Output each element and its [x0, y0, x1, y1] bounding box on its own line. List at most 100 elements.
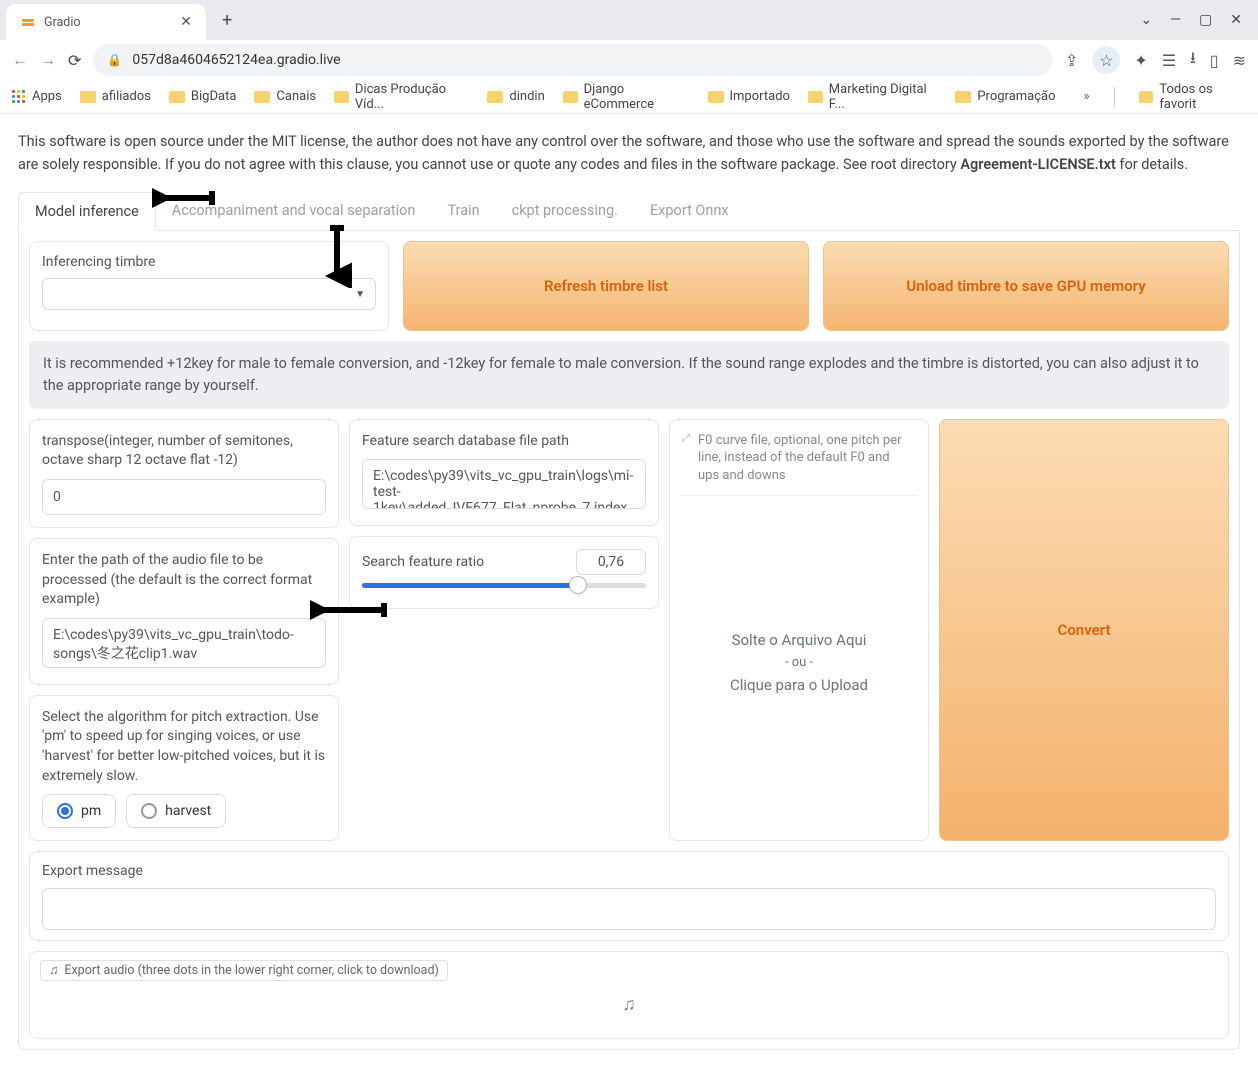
radio-dot-icon — [141, 803, 157, 819]
gradio-favicon — [20, 14, 36, 30]
reload-icon[interactable]: ⟳ — [68, 51, 81, 70]
radio-harvest[interactable]: harvest — [126, 794, 226, 828]
export-message-label: Export message — [42, 862, 1216, 882]
transpose-label: transpose(integer, number of semitones, … — [42, 432, 326, 471]
pitch-algorithm-label: Select the algorithm for pitch extractio… — [42, 708, 326, 786]
apps-button[interactable]: Apps — [12, 89, 62, 104]
bookmark-star-icon[interactable]: ☆ — [1092, 46, 1120, 74]
browser-tab[interactable]: Gradio ✕ — [6, 4, 206, 40]
back-icon[interactable]: ← — [12, 50, 28, 70]
bookmarks-separator — [1114, 87, 1115, 107]
bookmark-bigdata[interactable]: BigData — [169, 89, 237, 104]
lock-icon: 🔒 — [107, 53, 122, 67]
bookmarks-overflow-icon[interactable]: » — [1084, 89, 1090, 104]
inferencing-timbre-panel: Inferencing timbre ▼ — [29, 241, 389, 331]
dropzone-ou: - ou - — [785, 655, 813, 670]
audio-placeholder-icon: ♫ — [40, 981, 1218, 1028]
folder-icon — [254, 91, 270, 103]
f0-dropzone: Solte o Arquivo Aqui - ou - Clique para … — [730, 496, 868, 831]
f0-upload-label: F0 curve file, optional, one pitch per l… — [680, 430, 918, 496]
tab-strip: Gradio ✕ + ⌄ ― ▢ ✕ — [0, 0, 1258, 40]
apps-label: Apps — [32, 89, 62, 104]
close-window-icon[interactable]: ✕ — [1230, 12, 1242, 28]
inferencing-timbre-label: Inferencing timbre — [42, 254, 376, 270]
bookmark-dicas[interactable]: Dicas Produção Víd... — [334, 82, 469, 112]
transpose-input[interactable] — [42, 479, 326, 515]
main-tabs: Model inference Accompaniment and vocal … — [18, 192, 1240, 231]
f0-upload-area[interactable]: F0 curve file, optional, one pitch per l… — [669, 419, 929, 841]
toolbar-right: ⇪ ☆ ✦ ☰ ⭳ ▯ ≋ — [1065, 46, 1246, 74]
dropzone-line2: Clique para o Upload — [730, 676, 868, 694]
new-tab-button[interactable]: + — [214, 6, 240, 35]
folder-icon — [487, 91, 503, 103]
share-icon[interactable]: ⇪ — [1065, 51, 1078, 70]
bookmark-django[interactable]: Django eCommerce — [563, 82, 690, 112]
apps-grid-icon — [12, 90, 26, 104]
export-audio-panel: ♫ Export audio (three dots in the lower … — [29, 951, 1229, 1039]
recommendation-note: It is recommended +12key for male to fem… — [29, 341, 1229, 409]
inferencing-timbre-dropdown[interactable]: ▼ — [42, 278, 376, 310]
unload-timbre-button[interactable]: Unload timbre to save GPU memory — [823, 241, 1229, 331]
folder-icon — [334, 91, 349, 103]
tab-model-inference[interactable]: Model inference — [18, 192, 156, 231]
window-controls: ⌄ ― ▢ ✕ — [1130, 12, 1252, 28]
caret-down-icon[interactable]: ⌄ — [1140, 12, 1152, 28]
folder-icon — [955, 91, 971, 103]
address-bar[interactable]: 🔒 057d8a4604652124ea.gradio.live — [93, 44, 1053, 76]
tab-train[interactable]: Train — [431, 192, 495, 230]
playlist-icon[interactable]: ☰ — [1162, 51, 1176, 70]
audio-path-label: Enter the path of the audio file to be p… — [42, 551, 326, 610]
folder-icon — [80, 91, 96, 103]
browser-tab-title: Gradio — [44, 15, 172, 30]
tab-export-onnx[interactable]: Export Onnx — [634, 192, 745, 230]
nav-row: ← → ⟳ 🔒 057d8a4604652124ea.gradio.live ⇪… — [0, 40, 1258, 80]
bookmark-programacao[interactable]: Programação — [955, 89, 1055, 104]
feature-ratio-slider[interactable] — [362, 583, 646, 588]
minimize-icon[interactable]: ― — [1170, 12, 1181, 28]
folder-icon — [169, 91, 185, 103]
bookmark-all-favorites[interactable]: Todos os favorit — [1139, 82, 1246, 112]
url-text: 057d8a4604652124ea.gradio.live — [132, 52, 340, 68]
folder-icon — [563, 91, 578, 103]
close-icon[interactable]: ✕ — [180, 14, 192, 30]
audio-path-panel: Enter the path of the audio file to be p… — [29, 538, 339, 685]
panel-icon[interactable]: ▯ — [1210, 51, 1219, 70]
tab-accompaniment[interactable]: Accompaniment and vocal separation — [156, 192, 432, 230]
forward-icon[interactable]: → — [40, 50, 56, 70]
tab-ckpt[interactable]: ckpt processing. — [496, 192, 634, 230]
bookmark-importado[interactable]: Importado — [708, 89, 790, 104]
export-audio-label: ♫ Export audio (three dots in the lower … — [40, 960, 448, 981]
audio-path-input[interactable] — [42, 618, 326, 668]
folder-icon — [1139, 91, 1154, 103]
music-note-icon: ♫ — [49, 963, 58, 978]
extensions-icon[interactable]: ✦ — [1134, 51, 1147, 70]
feature-ratio-value[interactable]: 0,76 — [576, 549, 646, 575]
export-message-output — [42, 888, 1216, 930]
bookmark-marketing[interactable]: Marketing Digital F... — [808, 82, 937, 112]
folder-icon — [708, 91, 724, 103]
menu-icon[interactable]: ≋ — [1233, 51, 1246, 70]
downloads-icon[interactable]: ⭳ — [1190, 47, 1196, 74]
feature-ratio-label: Search feature ratio — [362, 553, 484, 573]
feature-path-label: Feature search database file path — [362, 432, 646, 452]
bookmark-afiliados[interactable]: afiliados — [80, 89, 151, 104]
dropzone-line1: Solte o Arquivo Aqui — [732, 631, 867, 649]
feature-path-input[interactable] — [362, 459, 646, 509]
tab-content: Inferencing timbre ▼ Refresh timbre list… — [18, 231, 1240, 1049]
radio-dot-icon — [57, 803, 73, 819]
transpose-panel: transpose(integer, number of semitones, … — [29, 419, 339, 528]
folder-icon — [808, 91, 823, 103]
bookmarks-bar: Apps afiliados BigData Canais Dicas Prod… — [0, 80, 1258, 114]
convert-button[interactable]: Convert — [939, 419, 1229, 841]
chevron-down-icon: ▼ — [355, 289, 365, 300]
feature-ratio-panel: Search feature ratio 0,76 — [349, 536, 659, 609]
bookmark-canais[interactable]: Canais — [254, 89, 316, 104]
bookmark-dindin[interactable]: dindin — [487, 89, 544, 104]
pitch-algorithm-panel: Select the algorithm for pitch extractio… — [29, 695, 339, 841]
radio-pm[interactable]: pm — [42, 794, 116, 828]
export-message-panel: Export message — [29, 851, 1229, 941]
refresh-timbre-button[interactable]: Refresh timbre list — [403, 241, 809, 331]
feature-path-panel: Feature search database file path — [349, 419, 659, 527]
license-text: This software is open source under the M… — [18, 130, 1240, 176]
maximize-icon[interactable]: ▢ — [1199, 12, 1212, 28]
